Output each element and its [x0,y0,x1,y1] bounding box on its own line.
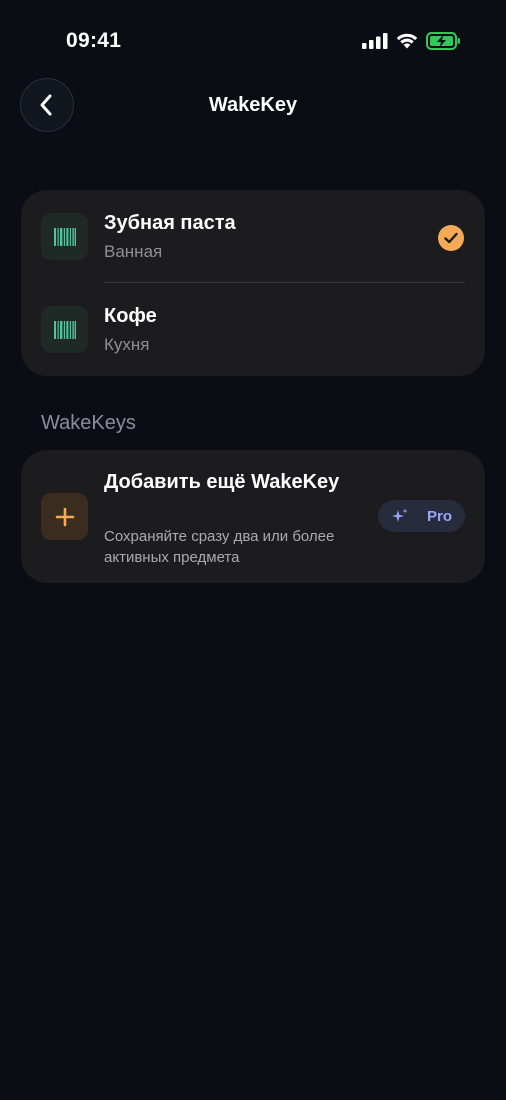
page-title: WakeKey [208,94,298,116]
wifi-icon [396,33,418,49]
item-icon-box [41,306,88,353]
barcode-icon [53,320,76,339]
pro-badge[interactable]: Pro [378,500,465,532]
plus-icon [55,507,74,526]
add-wakekey-card[interactable]: Добавить ещё WakeKey Сохраняйте сразу дв… [21,450,485,583]
item-name: Зубная паста [104,212,236,234]
wakekey-items-card: Зубная паста Ванная Кофе Кухня [21,190,485,376]
battery-charging-icon [426,32,460,50]
section-header: WakeKeys [41,412,136,434]
wakekey-item-toothpaste[interactable]: Зубная паста Ванная [21,190,485,283]
status-bar: 09:41 [0,0,506,80]
item-icon-box [41,213,88,260]
add-wakekey-title: Добавить ещё WakeKey [104,471,340,493]
barcode-icon [53,227,76,246]
item-name: Кофе [104,305,157,327]
item-location: Кухня [104,335,150,354]
cellular-signal-icon [362,33,388,49]
status-time: 09:41 [66,29,122,52]
pro-label: Pro [427,508,453,525]
screen: 09:41 WakeKey Зубная паста Ванная Кофе К… [0,0,506,1100]
wakekey-item-coffee[interactable]: Кофе Кухня [21,283,485,376]
sparkle-icon [392,508,408,522]
checkmark-icon [438,225,464,251]
item-location: Ванная [104,242,163,261]
plus-icon-box [41,493,88,540]
add-wakekey-subtitle: Сохраняйте сразу два или более активных … [104,528,335,566]
